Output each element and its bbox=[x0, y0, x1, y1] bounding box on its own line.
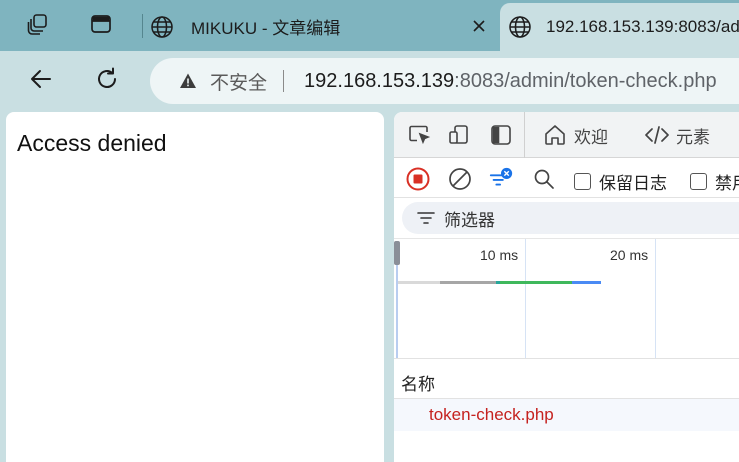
back-arrow-icon bbox=[28, 66, 54, 97]
browser-toolbar: 不安全 192.168.153.139:8083/admin/token-che… bbox=[0, 51, 739, 112]
tab-close-icon[interactable] bbox=[468, 15, 490, 37]
url-text[interactable]: 192.168.153.139:8083/admin/token-check.p… bbox=[304, 70, 717, 93]
timeline-tick-label: 10 ms bbox=[480, 247, 519, 263]
tab-elements[interactable]: 元素 bbox=[644, 121, 710, 149]
tab-welcome[interactable]: 欢迎 bbox=[542, 121, 608, 149]
workspaces-button[interactable] bbox=[20, 8, 56, 44]
refresh-button[interactable] bbox=[90, 64, 124, 98]
network-toolbar: 保留日志 禁用缓存 bbox=[394, 158, 739, 198]
dock-side-icon[interactable] bbox=[488, 122, 514, 148]
timeline-segment-queue bbox=[398, 281, 440, 284]
table-row[interactable]: token-check.php bbox=[394, 399, 739, 431]
column-header-label: 名称 bbox=[401, 375, 435, 394]
request-name: token-check.php bbox=[429, 405, 554, 424]
disable-cache-label: 禁用缓存 bbox=[715, 174, 739, 193]
timeline-gridline bbox=[525, 239, 526, 359]
device-emulation-icon[interactable] bbox=[446, 122, 472, 148]
browser-window: MIKUKU - 文章编辑 192.168.153.139:8083/admin… bbox=[0, 0, 739, 462]
page-heading: Access denied bbox=[17, 130, 167, 156]
timeline-segment-connect bbox=[440, 281, 496, 284]
checkbox-box[interactable] bbox=[574, 173, 591, 190]
address-divider bbox=[283, 70, 285, 92]
disable-cache-checkbox[interactable]: 禁用缓存 bbox=[690, 169, 739, 194]
devtools-tab-bar: 欢迎 元素 bbox=[394, 112, 739, 158]
filter-active-icon[interactable] bbox=[488, 166, 514, 192]
search-icon[interactable] bbox=[531, 166, 557, 192]
code-brackets-icon bbox=[644, 122, 670, 148]
tab-mikuku[interactable]: MIKUKU - 文章编辑 bbox=[143, 4, 498, 49]
page-content: Access denied bbox=[6, 112, 384, 462]
timeline-cursor bbox=[396, 265, 398, 359]
inspect-element-icon[interactable] bbox=[406, 122, 432, 148]
globe-icon bbox=[508, 14, 532, 40]
tab-welcome-label: 欢迎 bbox=[574, 127, 608, 147]
preserve-log-label: 保留日志 bbox=[599, 174, 667, 193]
filter-placeholder: 筛选器 bbox=[444, 210, 495, 230]
devtools-separator bbox=[524, 112, 525, 158]
devtools-panel: 欢迎 元素 保留日志 禁 筛选器 10 ms 20 ms 名称 token-ch… bbox=[394, 112, 739, 462]
preserve-log-checkbox[interactable]: 保留日志 bbox=[574, 169, 667, 194]
security-label[interactable]: 不安全 bbox=[210, 68, 267, 95]
back-button[interactable] bbox=[24, 64, 58, 98]
refresh-icon bbox=[94, 66, 120, 97]
url-path: :8083/admin/token-check.php bbox=[454, 69, 717, 92]
timeline-handle[interactable] bbox=[394, 241, 400, 265]
address-bar[interactable]: 不安全 192.168.153.139:8083/admin/token-che… bbox=[150, 58, 739, 104]
filter-icon bbox=[416, 208, 436, 228]
filter-row: 筛选器 bbox=[394, 198, 739, 238]
column-header-name[interactable]: 名称 bbox=[394, 358, 739, 399]
tab-actions-button[interactable] bbox=[83, 8, 119, 44]
tab-title: MIKUKU - 文章编辑 bbox=[191, 19, 341, 38]
tab-title: 192.168.153.139:8083/admin/token-check.p… bbox=[546, 17, 739, 36]
tab-token-check[interactable]: 192.168.153.139:8083/admin/token-check.p… bbox=[500, 3, 739, 51]
tab-elements-label: 元素 bbox=[676, 127, 710, 147]
timeline-segment-download bbox=[572, 281, 601, 284]
network-timeline[interactable]: 10 ms 20 ms bbox=[394, 238, 739, 359]
home-icon bbox=[542, 122, 568, 148]
warning-triangle-icon[interactable] bbox=[178, 71, 198, 91]
checkbox-box[interactable] bbox=[690, 173, 707, 190]
tab-strip: MIKUKU - 文章编辑 192.168.153.139:8083/admin… bbox=[0, 0, 739, 51]
url-host: 192.168.153.139 bbox=[304, 69, 455, 92]
workspaces-icon bbox=[26, 12, 50, 41]
clear-log-icon[interactable] bbox=[447, 166, 473, 192]
record-stop-icon[interactable] bbox=[405, 166, 431, 192]
timeline-gridline bbox=[655, 239, 656, 359]
globe-icon bbox=[149, 14, 175, 40]
timeline-segment-waiting bbox=[500, 281, 572, 284]
timeline-tick-label: 20 ms bbox=[610, 247, 649, 263]
window-tab-icon bbox=[90, 13, 112, 40]
filter-input[interactable]: 筛选器 bbox=[402, 202, 739, 234]
